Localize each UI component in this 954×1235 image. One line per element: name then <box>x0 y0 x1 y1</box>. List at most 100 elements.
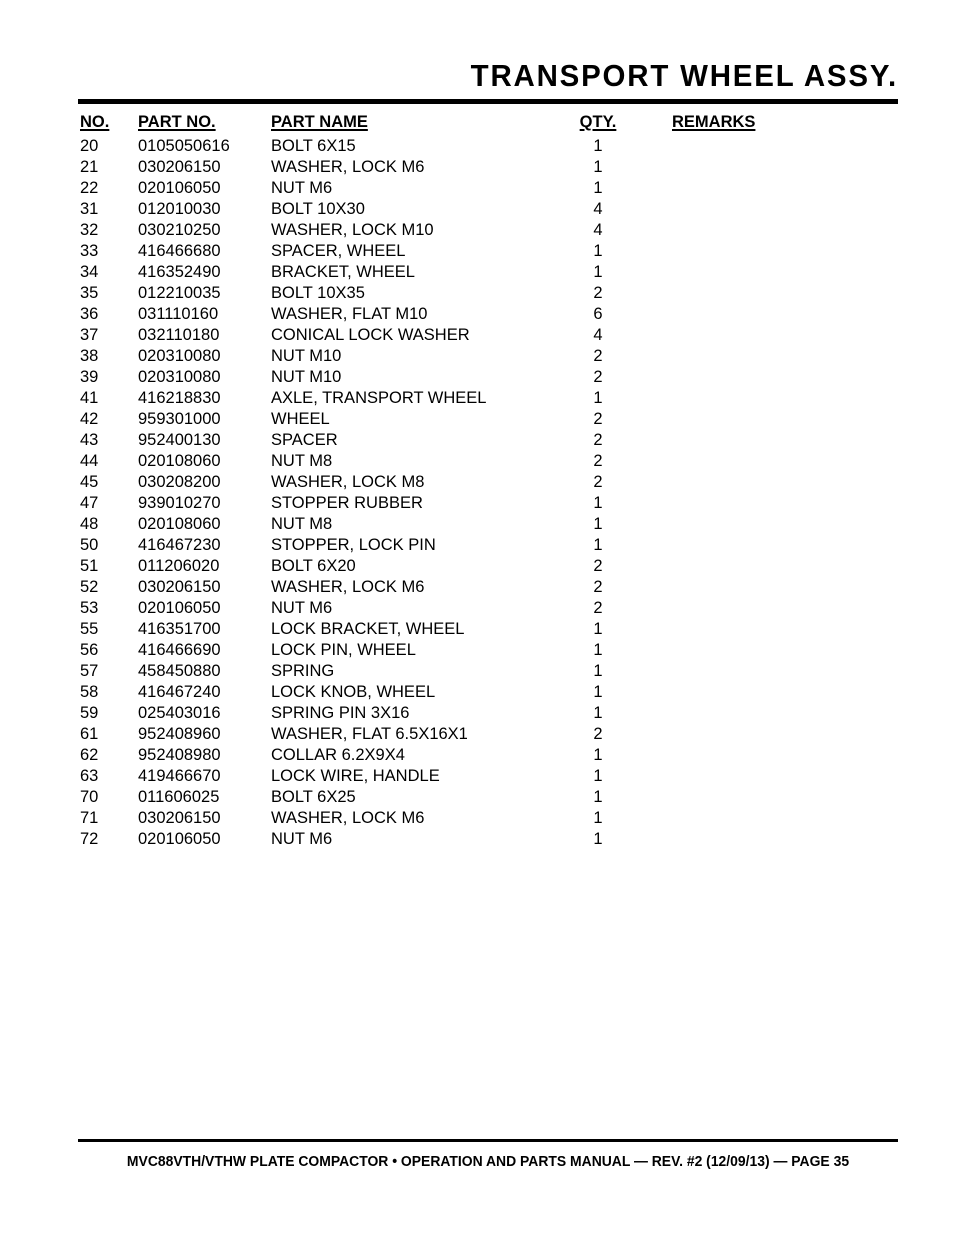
column-header-no: NO. <box>80 113 110 131</box>
page-footer: MVC88VTH/VTHW PLATE COMPACTOR • OPERATIO… <box>126 1154 850 1170</box>
cell-part-name: SPACER, WHEEL <box>271 242 406 260</box>
cell-no: 58 <box>80 683 99 701</box>
cell-part-no: 020106050 <box>138 179 221 197</box>
cell-part-name: NUT M6 <box>271 830 333 848</box>
cell-part-no: 020310080 <box>138 347 221 365</box>
cell-qty: 1 <box>593 767 603 785</box>
cell-part-name: WASHER, LOCK M6 <box>271 809 425 827</box>
column-header-remarks: REMARKS <box>672 113 756 131</box>
cell-part-name: COLLAR 6.2X9X4 <box>271 746 405 764</box>
cell-qty: 4 <box>593 221 603 239</box>
cell-part-name: WASHER, LOCK M8 <box>271 473 425 491</box>
cell-qty: 4 <box>593 200 603 218</box>
cell-part-no: 020310080 <box>138 368 221 386</box>
cell-no: 45 <box>80 473 99 491</box>
cell-part-name: BOLT 10X30 <box>271 200 365 218</box>
table-row: 44 020108060 NUT M8 2 <box>0 451 954 472</box>
cell-part-no: 416467230 <box>138 536 221 554</box>
cell-part-name: WASHER, LOCK M6 <box>271 158 425 176</box>
cell-qty: 1 <box>593 515 603 533</box>
cell-no: 48 <box>80 515 99 533</box>
cell-no: 22 <box>80 179 99 197</box>
cell-part-name: NUT M10 <box>271 347 342 365</box>
cell-part-name: NUT M6 <box>271 179 333 197</box>
cell-part-name: LOCK KNOB, WHEEL <box>271 683 436 701</box>
table-row: 42 959301000 WHEEL 2 <box>0 409 954 430</box>
cell-qty: 2 <box>593 431 603 449</box>
cell-no: 21 <box>80 158 99 176</box>
cell-part-no: 416466690 <box>138 641 221 659</box>
cell-part-no: 011606025 <box>138 788 220 806</box>
header-divider <box>78 99 898 104</box>
table-row: 51 011206020 BOLT 6X20 2 <box>0 556 954 577</box>
cell-part-no: 419466670 <box>138 767 221 785</box>
table-row: 72 020106050 NUT M6 1 <box>0 829 954 850</box>
cell-part-name: WASHER, FLAT M10 <box>271 305 428 323</box>
cell-part-name: BOLT 6X15 <box>271 137 356 155</box>
cell-part-name: NUT M10 <box>271 368 342 386</box>
cell-no: 51 <box>80 557 99 575</box>
table-row: 37 032110180 CONICAL LOCK WASHER 4 <box>0 325 954 346</box>
cell-part-name: WHEEL <box>271 410 330 428</box>
cell-part-no: 416352490 <box>138 263 221 281</box>
table-row: 63 419466670 LOCK WIRE, HANDLE 1 <box>0 766 954 787</box>
table-row: 61 952408960 WASHER, FLAT 6.5X16X1 2 <box>0 724 954 745</box>
parts-table: NO. PART NO. PART NAME QTY. REMARKS 20 01… <box>0 112 954 850</box>
cell-part-name: BOLT 6X25 <box>271 788 356 806</box>
cell-qty: 4 <box>593 326 603 344</box>
table-row: 32 030210250 WASHER, LOCK M10 4 <box>0 220 954 241</box>
table-row: 45 030208200 WASHER, LOCK M8 2 <box>0 472 954 493</box>
cell-part-name: STOPPER, LOCK PIN <box>271 536 436 554</box>
table-row: 31 012010030 BOLT 10X30 4 <box>0 199 954 220</box>
cell-no: 55 <box>80 620 99 638</box>
cell-part-no: 020106050 <box>138 830 221 848</box>
cell-qty: 2 <box>593 452 603 470</box>
cell-qty: 1 <box>593 620 603 638</box>
cell-qty: 2 <box>593 578 603 596</box>
cell-qty: 1 <box>593 788 603 806</box>
cell-no: 31 <box>80 200 99 218</box>
table-row: 48 020108060 NUT M8 1 <box>0 514 954 535</box>
cell-no: 72 <box>80 830 99 848</box>
cell-part-name: BOLT 6X20 <box>271 557 356 575</box>
cell-qty: 2 <box>593 347 603 365</box>
cell-part-no: 012210035 <box>138 284 221 302</box>
table-header-row: NO. PART NO. PART NAME QTY. REMARKS <box>0 112 954 136</box>
cell-no: 63 <box>80 767 99 785</box>
cell-qty: 1 <box>593 536 603 554</box>
cell-qty: 1 <box>593 830 603 848</box>
cell-part-no: 416218830 <box>138 389 221 407</box>
cell-part-name: NUT M6 <box>271 599 333 617</box>
table-row: 35 012210035 BOLT 10X35 2 <box>0 283 954 304</box>
cell-no: 61 <box>80 725 99 743</box>
cell-qty: 1 <box>593 263 603 281</box>
cell-no: 50 <box>80 536 99 554</box>
cell-part-name: SPRING <box>271 662 335 680</box>
cell-qty: 1 <box>593 137 603 155</box>
cell-part-no: 952408960 <box>138 725 221 743</box>
cell-qty: 2 <box>593 473 603 491</box>
cell-part-no: 011206020 <box>138 557 220 575</box>
cell-no: 43 <box>80 431 99 449</box>
cell-qty: 1 <box>593 704 603 722</box>
cell-qty: 1 <box>593 389 603 407</box>
cell-qty: 1 <box>593 242 603 260</box>
table-row: 55 416351700 LOCK BRACKET, WHEEL 1 <box>0 619 954 640</box>
cell-no: 42 <box>80 410 99 428</box>
table-row: 43 952400130 SPACER 2 <box>0 430 954 451</box>
cell-no: 44 <box>80 452 99 470</box>
cell-part-name: LOCK WIRE, HANDLE <box>271 767 440 785</box>
cell-qty: 2 <box>593 557 603 575</box>
cell-part-name: LOCK BRACKET, WHEEL <box>271 620 465 638</box>
cell-qty: 2 <box>593 284 603 302</box>
cell-qty: 2 <box>593 599 603 617</box>
table-row: 34 416352490 BRACKET, WHEEL 1 <box>0 262 954 283</box>
table-row: 59 025403016 SPRING PIN 3X16 1 <box>0 703 954 724</box>
cell-part-no: 020106050 <box>138 599 221 617</box>
table-row: 58 416467240 LOCK KNOB, WHEEL 1 <box>0 682 954 703</box>
cell-no: 53 <box>80 599 99 617</box>
cell-part-no: 939010270 <box>138 494 221 512</box>
cell-no: 52 <box>80 578 99 596</box>
table-row: 57 458450880 SPRING 1 <box>0 661 954 682</box>
cell-part-name: STOPPER RUBBER <box>271 494 423 512</box>
